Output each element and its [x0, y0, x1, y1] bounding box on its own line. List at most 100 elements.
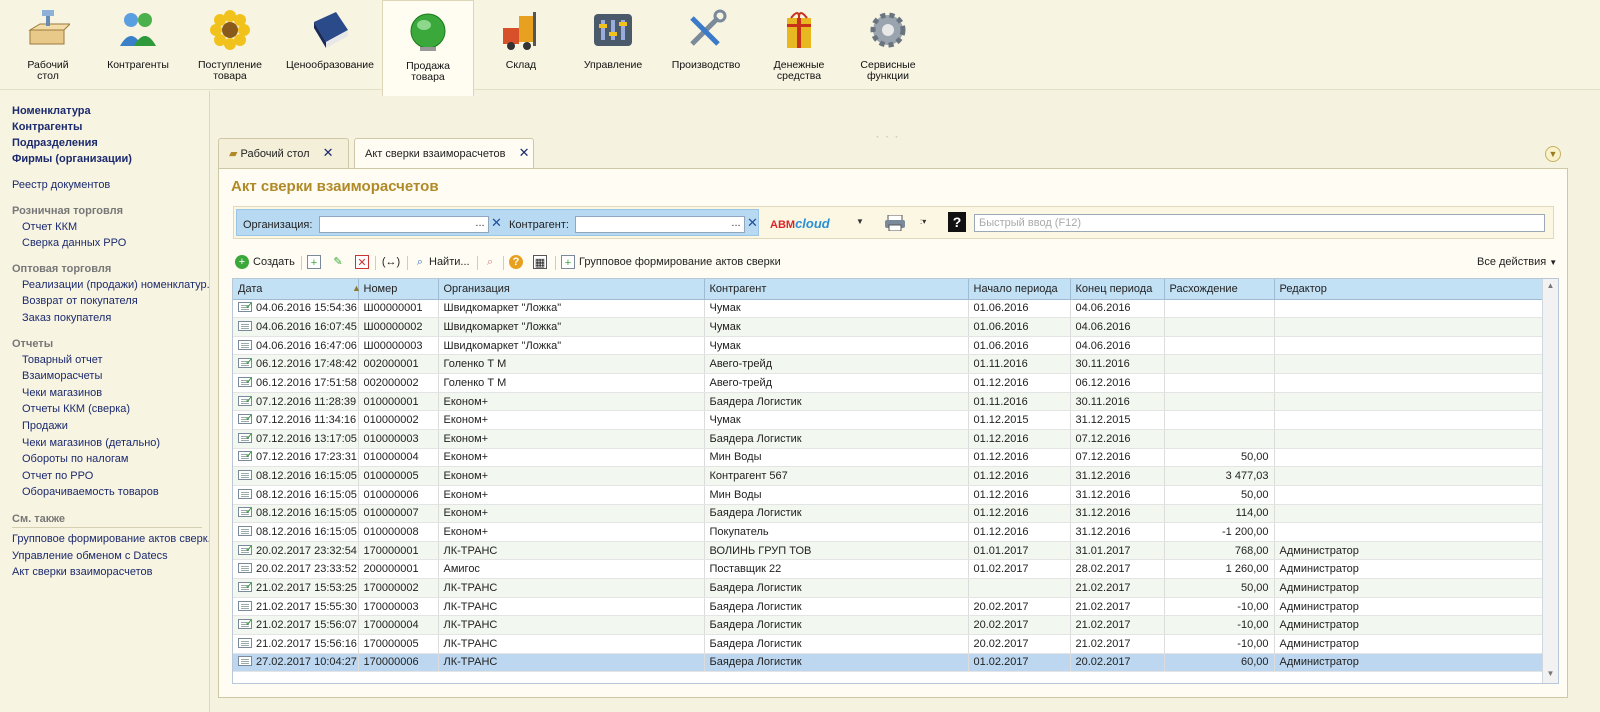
cell-editor	[1274, 429, 1543, 449]
table-row[interactable]: 07.12.2016 17:23:31 010000004 Економ+ Мин В…	[233, 448, 1543, 468]
nav-group-acts[interactable]: Групповое формирование актов сверк...	[12, 531, 209, 548]
table-row[interactable]: 20.02.2017 23:32:54 170000001 ЛК-ТРАНС ВОЛИ…	[233, 541, 1543, 561]
nav-datecs-exchange[interactable]: Управление обменом с Datecs	[12, 548, 209, 565]
table-row[interactable]: 04.06.2016 16:47:06 Ш00000003 Швидкомаркет…	[233, 336, 1543, 356]
table-row[interactable]: 06.12.2016 17:51:58 002000002 Голенко Т М А…	[233, 373, 1543, 393]
close-icon[interactable]: ✕	[519, 146, 530, 159]
table-row[interactable]: 07.12.2016 13:17:05 010000003 Економ+ Баяде…	[233, 429, 1543, 449]
table-row[interactable]: 04.06.2016 16:07:45 Ш00000002 Швидкомаркет…	[233, 317, 1543, 337]
table-row[interactable]: 27.02.2017 10:04:27 170000006 ЛК-ТРАНС Баяд…	[233, 653, 1543, 673]
nav-kkm-reports-check[interactable]: Отчеты ККМ (сверка)	[12, 401, 209, 418]
table-icon[interactable]: ▦	[533, 255, 547, 269]
nav-customer-return[interactable]: Возврат от покупателя	[12, 293, 209, 310]
section-management[interactable]: Управление	[578, 0, 648, 90]
splitter-grip[interactable]: ˯ ˯ ˯	[876, 128, 900, 138]
nav-store-checks[interactable]: Чеки магазинов	[12, 385, 209, 402]
table-row[interactable]: 20.02.2017 23:33:52 200000001 Амигос Постав…	[233, 559, 1543, 580]
table-row[interactable]: 21.02.2017 15:53:25 170000002 ЛК-ТРАНС Баяд…	[233, 578, 1543, 598]
nav-settlements[interactable]: Взаиморасчеты	[12, 368, 209, 385]
nav-registry[interactable]: Реестр документов	[12, 177, 209, 194]
section-receipt[interactable]: Поступление товара	[194, 0, 266, 90]
find-button[interactable]: Найти...	[429, 253, 470, 273]
cell-end: 31.12.2016	[1070, 485, 1165, 505]
scroll-up-icon[interactable]: ▲	[1545, 281, 1556, 293]
nav-nomenclature[interactable]: Номенклатура	[12, 103, 209, 119]
abm-dropdown-icon[interactable]: ▼	[856, 217, 864, 226]
help-icon[interactable]: ?	[948, 212, 966, 232]
nav-firms[interactable]: Фирмы (организации)	[12, 151, 209, 167]
vertical-scrollbar[interactable]: ▲ ▼	[1542, 279, 1558, 683]
table-row[interactable]: 06.12.2016 17:48:42 002000001 Голенко Т М А…	[233, 354, 1543, 375]
col-counterparty[interactable]: Контрагент	[704, 279, 969, 300]
section-sales[interactable]: Продажа товара	[382, 0, 474, 96]
nav-goods-turnover[interactable]: Оборачиваемость товаров	[12, 484, 209, 501]
printer-icon[interactable]	[884, 215, 906, 231]
table-row[interactable]: 08.12.2016 16:15:05 010000006 Економ+ Мин В…	[233, 485, 1543, 505]
org-clear-icon[interactable]: ✕	[491, 215, 502, 231]
section-desktop[interactable]: Рабочий стол	[18, 0, 78, 90]
contr-field[interactable]: ...	[575, 216, 745, 233]
cell-text: Амигос	[443, 563, 480, 576]
col-period-end[interactable]: Конец периода	[1070, 279, 1165, 300]
table-row[interactable]: 21.02.2017 15:55:30 170000003 ЛК-ТРАНС Баяд…	[233, 597, 1543, 617]
section-money[interactable]: Денежные средства	[764, 0, 834, 90]
range-icon[interactable]: (↔)	[381, 255, 401, 269]
chevron-down-icon[interactable]: ▼	[1545, 146, 1561, 162]
cell-org: Економ+	[438, 392, 705, 412]
col-organization[interactable]: Организация	[438, 279, 705, 300]
col-difference[interactable]: Расхождение	[1164, 279, 1275, 300]
group-create-button[interactable]: Групповое формирование актов сверки	[579, 253, 781, 273]
nav-rro-report[interactable]: Отчет по РРО	[12, 468, 209, 485]
nav-store-checks-detail[interactable]: Чеки магазинов (детально)	[12, 435, 209, 452]
tab-desktop[interactable]: ▰ Рабочий стол ✕	[218, 138, 349, 168]
table-row[interactable]: 08.12.2016 16:15:05 010000005 Економ+ Контр…	[233, 466, 1543, 486]
all-actions-button[interactable]: Все действия ▼	[1477, 253, 1557, 273]
table-row[interactable]: 04.06.2016 15:54:36 Ш00000001 Швидкомаркет…	[233, 299, 1543, 319]
delete-icon[interactable]: ✕	[355, 255, 369, 269]
col-date[interactable]: Дата ▲	[233, 279, 361, 300]
nav-goods-report[interactable]: Товарный отчет	[12, 352, 209, 369]
nav-reconciliation-act[interactable]: Акт сверки взаиморасчетов	[12, 564, 209, 581]
nav-tax-turnover[interactable]: Обороты по налогам	[12, 451, 209, 468]
cell-text: Ш00000001	[363, 302, 423, 315]
nav-rro-check[interactable]: Сверка данных РРО	[12, 235, 209, 252]
table-row[interactable]: 21.02.2017 15:56:07 170000004 ЛК-ТРАНС Баяд…	[233, 615, 1543, 636]
section-warehouse[interactable]: Склад	[488, 0, 554, 90]
quick-input[interactable]: Быстрый ввод (F12)	[974, 214, 1545, 232]
nav-customer-order[interactable]: Заказ покупателя	[12, 310, 209, 327]
contr-clear-icon[interactable]: ✕	[747, 215, 758, 231]
nav-departments[interactable]: Подразделения	[12, 135, 209, 151]
contr-select-button[interactable]: ...	[728, 217, 744, 232]
cell-date: 07.12.2016 13:17:05	[233, 429, 359, 449]
clear-search-icon[interactable]: ⌕	[483, 255, 497, 269]
close-icon[interactable]: ✕	[323, 146, 334, 159]
nav-sales[interactable]: Продажи	[12, 418, 209, 435]
section-production[interactable]: Производство	[664, 0, 748, 90]
edit-icon[interactable]: ✎	[331, 255, 345, 269]
section-pricing[interactable]: Ценообразование	[282, 0, 378, 90]
section-service[interactable]: Сервисные функции	[850, 0, 926, 90]
org-select-button[interactable]: ...	[472, 217, 488, 232]
sort-icon[interactable]: ▲	[352, 283, 361, 293]
nav-sales-docs[interactable]: Реализации (продажи) номенклатур...	[12, 277, 209, 294]
table-row[interactable]: 08.12.2016 16:15:05 010000007 Економ+ Баяде…	[233, 504, 1543, 524]
abm-cloud-logo[interactable]: ABMcloud	[770, 216, 830, 231]
cell-editor	[1274, 448, 1543, 468]
question-icon[interactable]: ?	[509, 255, 523, 269]
col-editor[interactable]: Редактор	[1274, 279, 1543, 300]
section-counterparties[interactable]: Контрагенты	[100, 0, 176, 90]
scroll-down-icon[interactable]: ▼	[1545, 669, 1556, 681]
col-number[interactable]: Номер	[358, 279, 439, 300]
table-row[interactable]: 08.12.2016 16:15:05 010000008 Економ+ Покуп…	[233, 522, 1543, 542]
table-row[interactable]: 07.12.2016 11:28:39 010000001 Економ+ Баяде…	[233, 392, 1543, 412]
nav-counterparties[interactable]: Контрагенты	[12, 119, 209, 135]
table-row[interactable]: 21.02.2017 15:56:16 170000005 ЛК-ТРАНС Баяд…	[233, 634, 1543, 654]
copy-icon[interactable]: +	[307, 255, 321, 269]
col-period-start[interactable]: Начало периода	[968, 279, 1071, 300]
nav-kkm-report[interactable]: Отчет ККМ	[12, 219, 209, 236]
create-button[interactable]: Создать	[253, 253, 295, 273]
print-dropdown-icon[interactable]: :▾	[920, 217, 926, 226]
org-field[interactable]: ...	[319, 216, 489, 233]
tab-reconciliation[interactable]: Акт сверки взаиморасчетов ✕	[354, 138, 534, 169]
table-row[interactable]: 07.12.2016 11:34:16 010000002 Економ+ Чумак…	[233, 410, 1543, 430]
